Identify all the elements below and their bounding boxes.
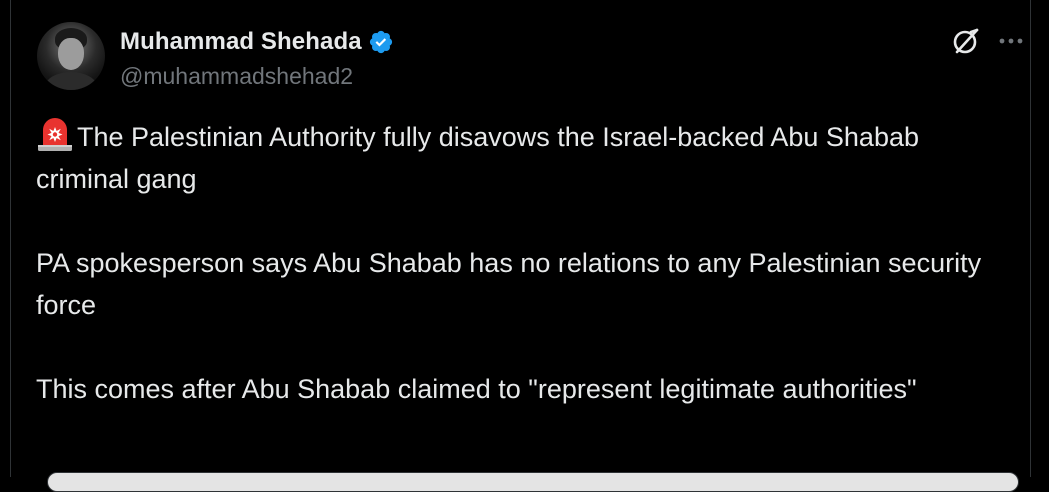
author-handle[interactable]: @muhammadshehad2 [120, 63, 353, 90]
tweet-paragraph: PA spokesperson says Abu Shabab has no r… [36, 248, 982, 320]
tweet-paragraph: The Palestinian Authority fully disavows… [36, 116, 1011, 200]
author-name-row: Muhammad Shehada [120, 27, 394, 57]
tweet-paragraph-1-text: The Palestinian Authority fully disavows… [36, 122, 919, 194]
more-options-icon[interactable] [997, 28, 1025, 54]
rotating-light-emoji-icon [36, 116, 74, 152]
verified-badge-icon[interactable] [368, 29, 394, 55]
tweet-container: Muhammad Shehada @muhammadshehad2 The Pa… [10, 0, 1031, 492]
media-card[interactable] [47, 472, 1019, 492]
tweet-paragraph: This comes after Abu Shabab claimed to "… [36, 374, 917, 404]
avatar-face [58, 38, 84, 70]
avatar-shoulders [45, 72, 97, 90]
author-display-name[interactable]: Muhammad Shehada [120, 28, 362, 56]
grok-icon[interactable] [951, 26, 981, 56]
avatar[interactable] [37, 22, 105, 90]
tweet-text: The Palestinian Authority fully disavows… [36, 116, 1011, 452]
